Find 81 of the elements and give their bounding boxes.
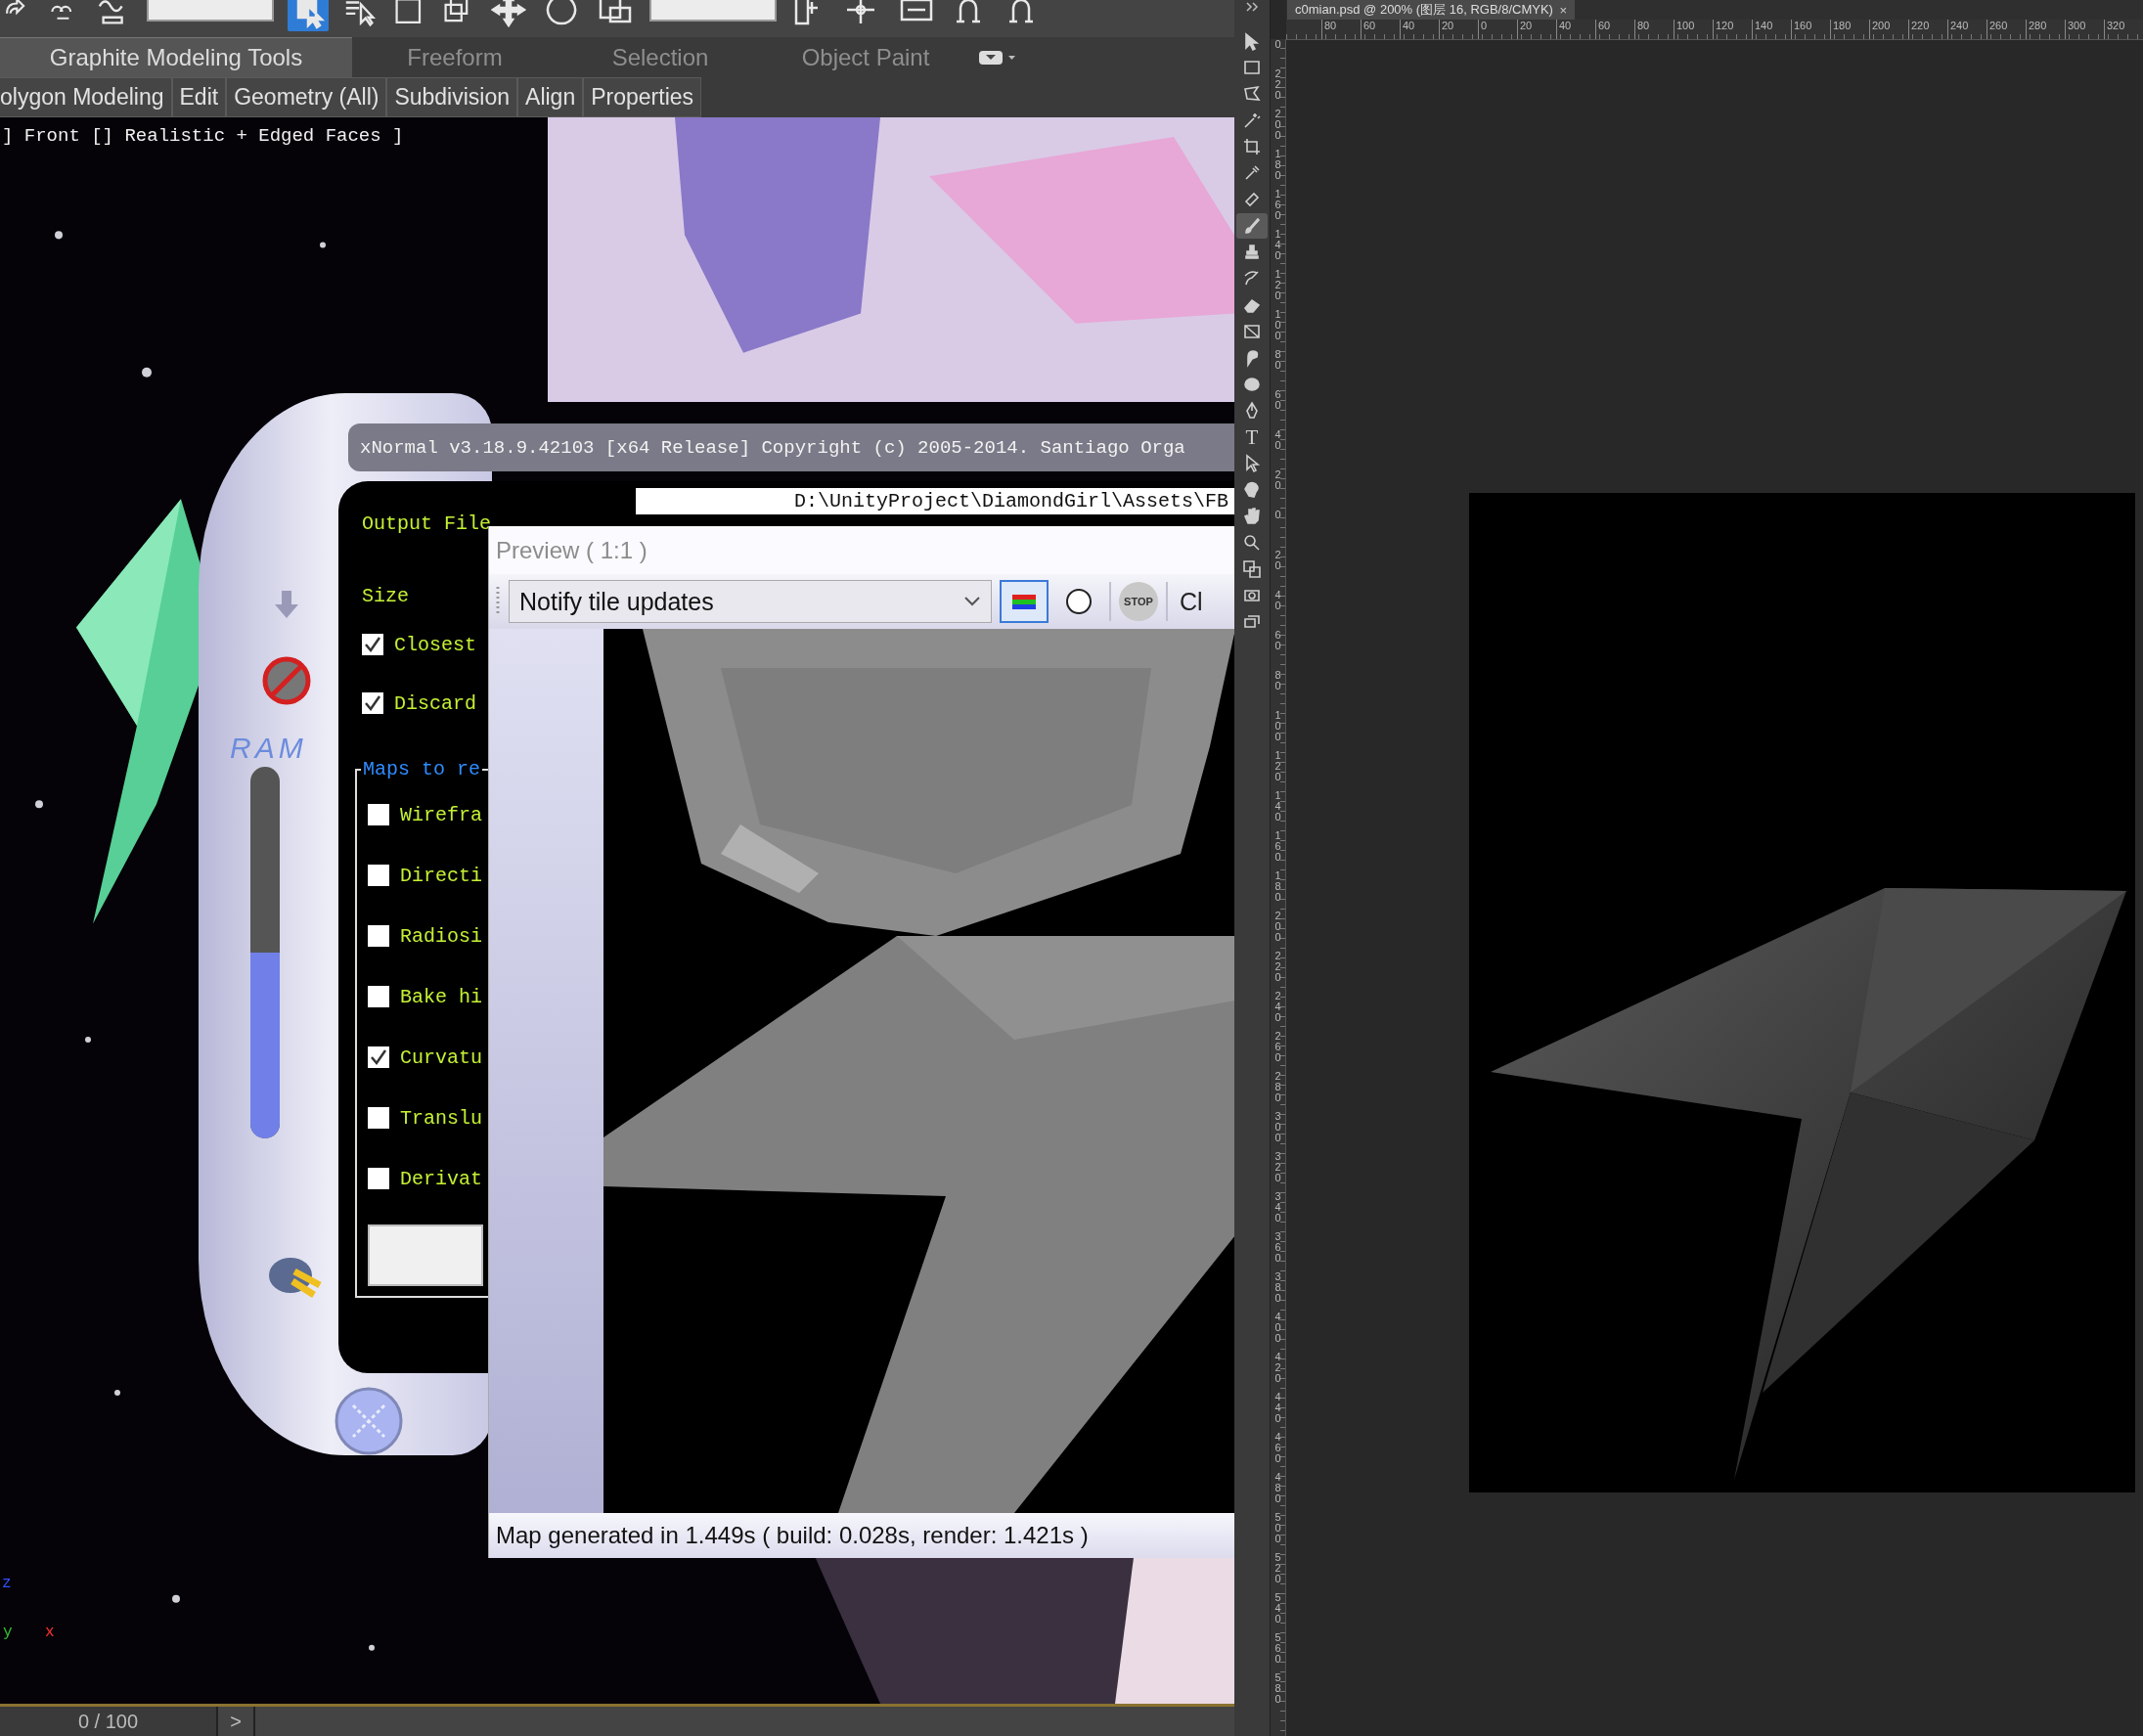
ruler-number: 120 — [1274, 750, 1281, 784]
brush-icon[interactable] — [1235, 213, 1268, 239]
ruler-number: 180 — [1274, 149, 1281, 183]
ruler-number: 380 — [1274, 1271, 1281, 1306]
ruler-number: 460 — [1274, 1432, 1281, 1466]
ruler-number: 180 — [1830, 20, 1869, 39]
ruler-number: 80 — [1274, 349, 1281, 373]
ribbon-tab[interactable]: Graphite Modeling Tools — [0, 37, 352, 77]
ruler-number: 500 — [1274, 1512, 1281, 1546]
ruler-number: 340 — [1274, 1191, 1281, 1225]
ruler-number: 60 — [1595, 20, 1634, 39]
ruler-number: 240 — [1947, 20, 1987, 39]
ruler-number: 80 — [1321, 20, 1361, 39]
ruler-number: 520 — [1274, 1552, 1281, 1586]
ruler-number: 100 — [1274, 309, 1281, 343]
ruler-number: 160 — [1791, 20, 1830, 39]
close-button[interactable]: × — [1559, 2, 1567, 18]
ruler-number: 80 — [1274, 670, 1281, 693]
ruler-number: 220 — [1274, 951, 1281, 985]
ruler-number: 280 — [2026, 20, 2065, 39]
ruler-number: 20 — [1439, 20, 1478, 39]
ruler-number: 320 — [1274, 1151, 1281, 1185]
ruler-number: 0 — [1274, 510, 1281, 522]
ruler-number: 60 — [1361, 20, 1400, 39]
ruler-number: 20 — [1274, 469, 1281, 493]
ruler-number: 120 — [1274, 269, 1281, 303]
ruler-number: 160 — [1274, 830, 1281, 865]
ruler-number: 540 — [1274, 1592, 1281, 1626]
type-tool[interactable]: T — [1235, 424, 1268, 450]
ruler-number: 580 — [1274, 1672, 1281, 1707]
ruler-number: 260 — [1274, 1031, 1281, 1065]
ruler-number: 80 — [1634, 20, 1674, 39]
ribbon-panel[interactable]: olygon Modeling — [0, 77, 172, 117]
ribbon-panel[interactable]: Align — [517, 77, 584, 117]
ruler-number: 160 — [1274, 189, 1281, 223]
ribbon-panel[interactable]: Edit — [171, 77, 227, 117]
ruler-number: 120 — [1713, 20, 1752, 39]
ribbon-panel[interactable]: Geometry (All) — [226, 77, 387, 117]
ruler-number: 200 — [1869, 20, 1908, 39]
ruler-number: 20 — [1517, 20, 1556, 39]
frame-counter: 0 / 100 — [0, 1707, 218, 1736]
document-tab[interactable]: c0mian.psd @ 200% (图层 16, RGB/8/CMYK) × — [1287, 0, 1575, 20]
ruler-number: 0 — [1274, 39, 1281, 52]
ruler-number: 220 — [1908, 20, 1947, 39]
ruler-number: 440 — [1274, 1392, 1281, 1426]
ruler-number: 220 — [1274, 68, 1281, 103]
ruler-number: 200 — [1274, 109, 1281, 143]
ruler-number: 180 — [1274, 870, 1281, 905]
ruler-number: 240 — [1274, 991, 1281, 1025]
ruler-number: 40 — [1556, 20, 1595, 39]
ruler-number: 200 — [1274, 911, 1281, 945]
ruler-number: 140 — [1274, 790, 1281, 824]
document-title: c0mian.psd @ 200% (图层 16, RGB/8/CMYK) — [1295, 1, 1553, 19]
ruler-number: 0 — [1478, 20, 1517, 39]
ruler-number: 560 — [1274, 1632, 1281, 1667]
ruler-number: 60 — [1274, 630, 1281, 653]
ruler-number: 300 — [2065, 20, 2104, 39]
ribbon-panel[interactable]: Properties — [583, 77, 702, 117]
ruler-number: 360 — [1274, 1231, 1281, 1266]
dropdown-field[interactable] — [649, 0, 777, 22]
select-object-icon[interactable] — [288, 0, 329, 31]
ruler-number: 100 — [1674, 20, 1713, 39]
ribbon-panel[interactable]: Subdivision — [386, 77, 518, 117]
ruler-number: 140 — [1274, 229, 1281, 263]
ruler-number: 140 — [1752, 20, 1791, 39]
ruler-number: 40 — [1400, 20, 1439, 39]
dropdown-field[interactable] — [147, 0, 274, 22]
ruler-number: 20 — [1274, 550, 1281, 573]
ruler-number: 40 — [1274, 590, 1281, 613]
ruler-number: 260 — [1987, 20, 2026, 39]
ruler-number: 400 — [1274, 1312, 1281, 1346]
ruler-number: 280 — [1274, 1071, 1281, 1105]
ruler-number: 300 — [1274, 1111, 1281, 1145]
ruler-number: 60 — [1274, 389, 1281, 413]
ruler-number: 420 — [1274, 1352, 1281, 1386]
collapse-icon[interactable] — [1244, 2, 1259, 12]
ruler-number: 40 — [1274, 429, 1281, 453]
ruler-number: 100 — [1274, 710, 1281, 744]
next-frame-button[interactable]: > — [218, 1707, 255, 1736]
ruler-number: 480 — [1274, 1472, 1281, 1506]
ruler-number: 320 — [2104, 20, 2143, 39]
